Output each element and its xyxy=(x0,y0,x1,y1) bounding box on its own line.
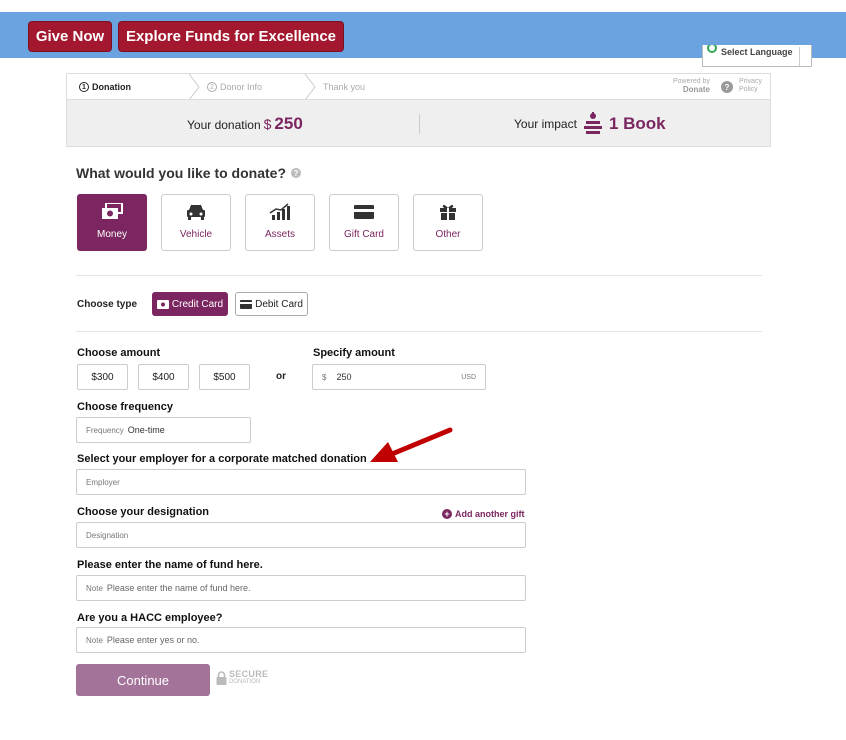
designation-select[interactable]: Designation xyxy=(76,522,526,548)
chevron-down-icon xyxy=(799,47,811,66)
donation-type-vehicle[interactable]: Vehicle xyxy=(161,194,231,251)
books-icon xyxy=(583,112,602,134)
summary-divider xyxy=(419,114,420,134)
designation-placeholder: Designation xyxy=(86,530,129,540)
step-divider xyxy=(304,74,316,100)
specify-amount-label: Specify amount xyxy=(313,347,395,359)
step-number: 2 xyxy=(207,82,217,92)
hacc-employee-input[interactable]: Note Please enter yes or no. xyxy=(76,627,526,653)
lock-icon xyxy=(216,671,227,685)
step-label: Thank you xyxy=(323,82,366,92)
red-arrow-annotation xyxy=(370,427,453,462)
donation-type-money[interactable]: Money xyxy=(77,194,147,251)
explore-funds-button[interactable]: Explore Funds for Excellence xyxy=(118,21,344,52)
step-label: Donation xyxy=(92,82,131,92)
donate-question: What would you like to donate? ? xyxy=(76,165,301,181)
frequency-value: One-time xyxy=(127,425,165,435)
credit-card-icon xyxy=(156,299,169,309)
hacc-field-label: Note xyxy=(86,635,103,645)
or-label: or xyxy=(276,371,286,382)
fund-name-label: Please enter the name of fund here. xyxy=(77,559,263,571)
credit-card-button[interactable]: Credit Card xyxy=(152,292,228,316)
fund-name-input[interactable]: Note Please enter the name of fund here. xyxy=(76,575,526,601)
employer-label: Select your employer for a corporate mat… xyxy=(77,453,367,465)
designation-label: Choose your designation xyxy=(77,506,210,518)
privacy-label: Privacy xyxy=(739,78,762,85)
amount-option-500[interactable]: $500 xyxy=(199,364,250,390)
give-now-button[interactable]: Give Now xyxy=(28,21,112,52)
frequency-field-label: Frequency xyxy=(86,425,124,435)
donate-question-text: What would you like to donate? xyxy=(76,165,286,181)
step-divider xyxy=(188,74,200,100)
money-icon xyxy=(102,203,123,219)
employer-placeholder: Employer xyxy=(86,477,120,487)
step-donor-info[interactable]: 2 Donor Info xyxy=(207,82,262,92)
donation-type-label: Gift Card xyxy=(343,229,384,240)
debit-card-label: Debit Card xyxy=(255,298,303,310)
specify-amount-value: 250 xyxy=(336,372,352,382)
gift-icon xyxy=(440,204,456,220)
plus-circle-icon: + xyxy=(442,509,452,519)
step-label: Donor Info xyxy=(220,82,263,92)
donation-type-gift-card[interactable]: Gift Card xyxy=(329,194,399,251)
credit-card-label: Credit Card xyxy=(171,298,224,310)
amount-option-400[interactable]: $400 xyxy=(138,364,189,390)
fund-name-placeholder: Please enter the name of fund here. xyxy=(106,583,251,593)
progress-steps: 1 Donation 2 Donor Info Thank you Powere… xyxy=(66,73,771,100)
donation-type-label: Money xyxy=(96,229,127,240)
your-donation-label: Your donation xyxy=(187,118,261,132)
fund-name-field-label: Note xyxy=(86,583,103,593)
currency-symbol: $ xyxy=(322,372,327,382)
privacy-policy-link[interactable]: Privacy Policy xyxy=(739,78,762,94)
donation-summary: Your donation $ 250 Your impact 1 Book xyxy=(66,99,771,147)
choose-type-label: Choose type xyxy=(77,299,138,310)
card-icon xyxy=(354,205,374,219)
your-impact-label: Your impact xyxy=(514,117,577,131)
donation-type-label: Assets xyxy=(264,229,295,240)
step-number: 1 xyxy=(79,82,89,92)
chart-icon xyxy=(269,203,290,220)
donation-label: DONATION xyxy=(229,679,261,685)
amount-option-300[interactable]: $300 xyxy=(77,364,128,390)
donate-logo: Donate xyxy=(682,85,710,94)
choose-amount-label: Choose amount xyxy=(77,347,161,359)
policy-label: Policy xyxy=(739,86,758,93)
choose-frequency-label: Choose frequency xyxy=(77,401,173,413)
debit-card-icon xyxy=(240,299,253,309)
language-select[interactable]: Select Language xyxy=(702,45,812,67)
step-donation[interactable]: 1 Donation xyxy=(79,82,131,92)
google-icon xyxy=(707,45,717,53)
donation-amount: 250 xyxy=(274,114,303,133)
step-thank-you[interactable]: Thank you xyxy=(323,82,365,92)
secure-label: SECURE xyxy=(229,669,269,679)
specify-amount-input[interactable]: $ 250 USD xyxy=(312,364,486,390)
secure-donation-badge: SECURE DONATION xyxy=(216,670,268,686)
continue-button[interactable]: Continue xyxy=(76,664,210,696)
car-icon xyxy=(187,205,205,220)
your-impact: Your impact 1 Book xyxy=(514,112,666,136)
donation-type-other[interactable]: Other xyxy=(413,194,483,251)
donation-type-label: Vehicle xyxy=(179,229,213,240)
employer-input[interactable]: Employer xyxy=(76,469,526,495)
add-another-gift-link[interactable]: + Add another gift xyxy=(442,509,525,519)
impact-value: 1 Book xyxy=(608,114,666,133)
add-gift-label: Add another gift xyxy=(455,509,525,519)
section-divider xyxy=(76,331,762,332)
donation-type-assets[interactable]: Assets xyxy=(245,194,315,251)
powered-by[interactable]: Powered by Donate xyxy=(673,78,710,95)
frequency-select[interactable]: Frequency One-time xyxy=(76,417,251,443)
section-divider xyxy=(76,275,762,276)
hacc-placeholder: Please enter yes or no. xyxy=(106,635,200,645)
hacc-employee-label: Are you a HACC employee? xyxy=(77,612,223,624)
currency-code: USD xyxy=(461,373,476,381)
currency-symbol: $ xyxy=(263,116,272,132)
language-select-label: Select Language xyxy=(721,47,793,57)
donation-type-label: Other xyxy=(435,229,461,240)
info-icon[interactable]: ? xyxy=(291,168,301,178)
your-donation: Your donation $ 250 xyxy=(187,114,303,134)
help-icon[interactable]: ? xyxy=(721,81,733,93)
debit-card-button[interactable]: Debit Card xyxy=(235,292,308,316)
